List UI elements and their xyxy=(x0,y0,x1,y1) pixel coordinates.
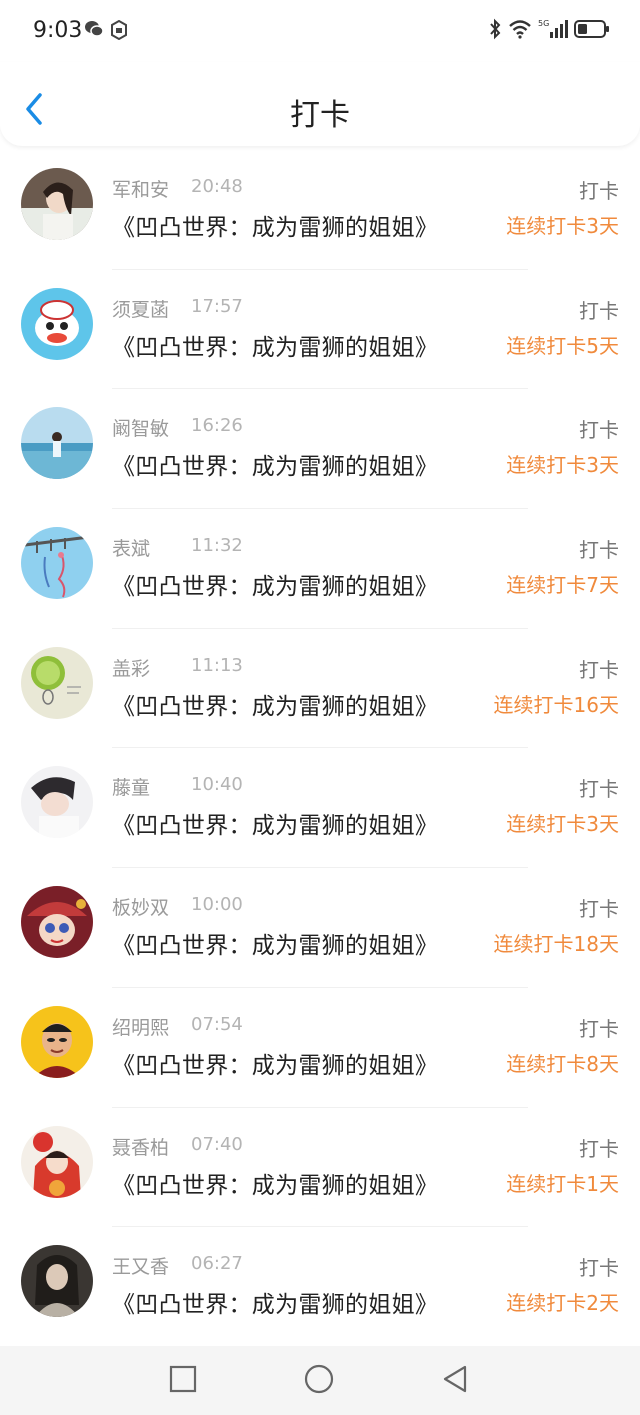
wechat-icon xyxy=(84,20,104,42)
avatar[interactable] xyxy=(21,1125,93,1198)
checkin-label: 打卡 xyxy=(579,179,619,203)
list-item[interactable]: 军和安 20:48 《凹凸世界：成为雷狮的姐姐》 打卡 连续打卡3天 xyxy=(0,150,640,270)
top-app-bar: 打卡 xyxy=(0,62,640,146)
book-title: 《凹凸世界：成为雷狮的姐姐》 xyxy=(112,933,439,960)
checkin-label: 打卡 xyxy=(579,1016,619,1041)
user-name: 须夏菡 xyxy=(112,298,170,321)
book-title: 《凹凸世界：成为雷狮的姐姐》 xyxy=(112,454,439,481)
avatar[interactable] xyxy=(21,886,93,959)
checkin-time: 10:40 xyxy=(191,774,243,796)
status-icons: 5G xyxy=(488,18,610,44)
book-title: 《凹凸世界：成为雷狮的姐姐》 xyxy=(112,813,439,840)
streak-label: 连续打卡16天 xyxy=(493,692,619,717)
streak-label: 连续打卡8天 xyxy=(506,1051,619,1076)
user-name: 表斌 xyxy=(112,538,151,561)
user-name: 盖彩 xyxy=(112,657,151,680)
checkin-time: 11:32 xyxy=(191,535,243,557)
book-title: 《凹凸世界：成为雷狮的姐姐》 xyxy=(112,1292,439,1319)
status-time: 9:03 xyxy=(33,18,83,43)
streak-label: 连续打卡3天 xyxy=(506,453,619,478)
bluetooth-icon xyxy=(488,18,502,44)
user-name: 藤童 xyxy=(112,777,151,800)
checkin-time: 17:57 xyxy=(191,295,243,317)
avatar[interactable] xyxy=(21,1245,93,1318)
list-item[interactable]: 盖彩 11:13 《凹凸世界：成为雷狮的姐姐》 打卡 连续打卡16天 xyxy=(0,629,640,749)
checkin-label: 打卡 xyxy=(579,897,619,922)
list-item[interactable]: 阚智敏 16:26 《凹凸世界：成为雷狮的姐姐》 打卡 连续打卡3天 xyxy=(0,389,640,510)
app-notification-icon xyxy=(110,19,128,44)
book-title: 《凹凸世界：成为雷狮的姐姐》 xyxy=(112,574,439,601)
streak-label: 连续打卡3天 xyxy=(506,214,619,238)
book-title: 《凹凸世界：成为雷狮的姐姐》 xyxy=(112,693,439,720)
5g-signal-icon: 5G xyxy=(538,18,568,44)
status-bar: 9:03 5G xyxy=(0,0,640,62)
avatar[interactable] xyxy=(21,168,93,240)
page-title: 打卡 xyxy=(290,98,350,133)
checkin-list: 军和安 20:48 《凹凸世界：成为雷狮的姐姐》 打卡 连续打卡3天 须夏菡 1… xyxy=(0,150,640,1347)
list-item[interactable]: 王又香 06:27 《凹凸世界：成为雷狮的姐姐》 打卡 连续打卡2天 xyxy=(0,1227,640,1347)
streak-label: 连续打卡3天 xyxy=(506,812,619,837)
checkin-time: 20:48 xyxy=(191,176,243,197)
avatar[interactable] xyxy=(21,527,93,600)
checkin-label: 打卡 xyxy=(579,418,619,443)
user-name: 聂香柏 xyxy=(112,1136,170,1159)
book-title: 《凹凸世界：成为雷狮的姐姐》 xyxy=(112,1172,439,1199)
checkin-label: 打卡 xyxy=(579,657,619,682)
user-name: 阚智敏 xyxy=(112,418,170,441)
list-item[interactable]: 须夏菡 17:57 《凹凸世界：成为雷狮的姐姐》 打卡 连续打卡5天 xyxy=(0,270,640,390)
avatar[interactable] xyxy=(21,766,93,839)
home-icon[interactable] xyxy=(304,1364,334,1394)
svg-text:5G: 5G xyxy=(538,19,549,28)
user-name: 板妙双 xyxy=(112,897,170,920)
list-item[interactable]: 藤童 10:40 《凹凸世界：成为雷狮的姐姐》 打卡 连续打卡3天 xyxy=(0,748,640,869)
system-navigation-bar xyxy=(0,1346,640,1415)
user-name: 绍明熙 xyxy=(112,1016,170,1039)
wifi-icon xyxy=(508,19,532,43)
streak-label: 连续打卡2天 xyxy=(506,1291,619,1316)
checkin-time: 06:27 xyxy=(191,1253,243,1275)
checkin-time: 07:54 xyxy=(191,1013,243,1035)
checkin-time: 16:26 xyxy=(191,415,243,437)
streak-label: 连续打卡5天 xyxy=(506,333,619,358)
list-item[interactable]: 板妙双 10:00 《凹凸世界：成为雷狮的姐姐》 打卡 连续打卡18天 xyxy=(0,868,640,988)
list-item[interactable]: 聂香柏 07:40 《凹凸世界：成为雷狮的姐姐》 打卡 连续打卡1天 xyxy=(0,1108,640,1228)
list-item[interactable]: 绍明熙 07:54 《凹凸世界：成为雷狮的姐姐》 打卡 连续打卡8天 xyxy=(0,988,640,1108)
streak-label: 连续打卡1天 xyxy=(506,1171,619,1196)
book-title: 《凹凸世界：成为雷狮的姐姐》 xyxy=(112,1052,439,1079)
battery-icon xyxy=(574,19,610,43)
checkin-label: 打卡 xyxy=(579,298,619,323)
book-title: 《凹凸世界：成为雷狮的姐姐》 xyxy=(112,334,439,361)
user-name: 军和安 xyxy=(112,179,170,201)
checkin-label: 打卡 xyxy=(579,777,619,802)
streak-label: 连续打卡18天 xyxy=(493,932,619,957)
user-name: 王又香 xyxy=(112,1256,170,1279)
avatar[interactable] xyxy=(21,646,93,719)
checkin-time: 07:40 xyxy=(191,1133,243,1155)
checkin-label: 打卡 xyxy=(579,538,619,563)
avatar[interactable] xyxy=(21,407,93,480)
streak-label: 连续打卡7天 xyxy=(506,573,619,598)
avatar[interactable] xyxy=(21,287,93,360)
checkin-time: 10:00 xyxy=(191,894,243,916)
back-nav-icon[interactable] xyxy=(440,1364,470,1394)
checkin-time: 11:13 xyxy=(191,654,243,676)
checkin-label: 打卡 xyxy=(579,1136,619,1161)
list-item[interactable]: 表斌 11:32 《凹凸世界：成为雷狮的姐姐》 打卡 连续打卡7天 xyxy=(0,509,640,629)
book-title: 《凹凸世界：成为雷狮的姐姐》 xyxy=(112,215,439,241)
recent-apps-icon[interactable] xyxy=(168,1364,198,1394)
avatar[interactable] xyxy=(21,1005,93,1078)
checkin-label: 打卡 xyxy=(579,1256,619,1281)
